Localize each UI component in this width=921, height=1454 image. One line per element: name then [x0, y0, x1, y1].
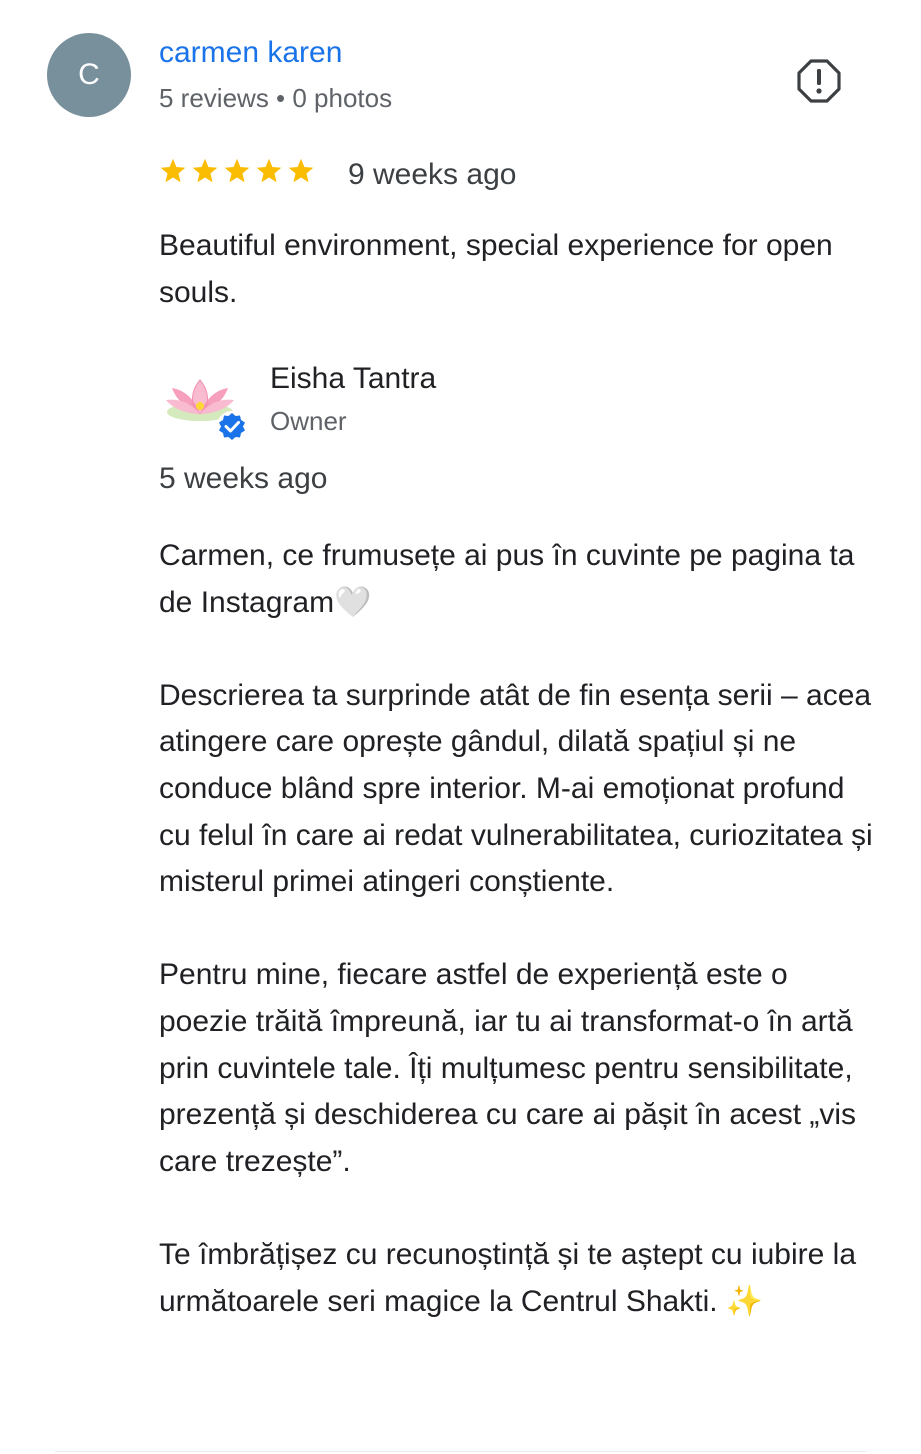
verified-badge-icon: [217, 411, 247, 441]
response-paragraph: Carmen, ce frumusețe ai pus în cuvinte p…: [159, 539, 855, 619]
owner-role-label: Owner: [270, 406, 347, 436]
review-text: Beautiful environment, special experienc…: [159, 229, 833, 309]
review-date: 9 weeks ago: [348, 158, 517, 191]
reviewer-avatar[interactable]: C: [47, 33, 131, 117]
response-paragraph: Te îmbrățișez cu recunoștință și te aște…: [159, 1237, 857, 1318]
reviewer-name-link[interactable]: carmen karen: [159, 36, 342, 70]
avatar-initial: C: [78, 58, 100, 91]
star-icon: [256, 158, 282, 183]
reviewer-meta: 5 reviews • 0 photos: [159, 83, 393, 113]
star-icon: [160, 158, 186, 183]
response-paragraph: Descrierea ta surprinde atât de fin esen…: [159, 678, 873, 899]
owner-name: Eisha Tantra: [270, 362, 437, 395]
owner-response-text: Carmen, ce frumusețe ai pus în cuvinte p…: [159, 533, 884, 1325]
star-rating: [159, 157, 315, 185]
lotus-flower-icon: [166, 379, 247, 441]
divider: [55, 1451, 866, 1452]
star-icon: [288, 158, 314, 183]
response-paragraph: Pentru mine, fiecare astfel de experienț…: [159, 958, 857, 1178]
response-date: 5 weeks ago: [159, 462, 328, 495]
star-icon: [192, 158, 218, 183]
star-icon: [224, 158, 250, 183]
report-flag-icon[interactable]: [796, 58, 842, 104]
